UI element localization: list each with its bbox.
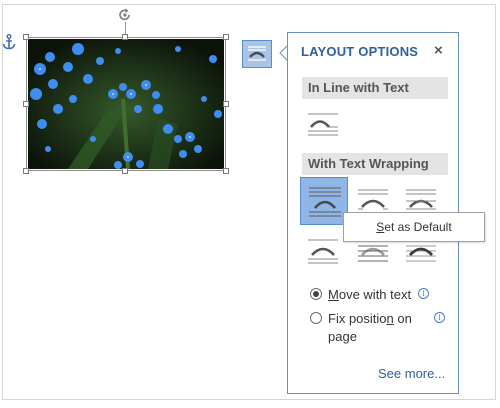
anchor-icon (2, 34, 16, 50)
tight-wrap-icon (358, 189, 388, 214)
rotate-handle-icon[interactable] (118, 8, 132, 22)
square-wrap-icon (309, 187, 341, 217)
set-as-default-tooltip[interactable]: Set as Default (343, 212, 485, 242)
panel-title: LAYOUT OPTIONS (301, 44, 419, 59)
flower-photo-icon (28, 39, 224, 169)
layout-options-button[interactable] (242, 40, 272, 68)
inline-picture[interactable] (28, 39, 224, 169)
top-bottom-wrap-icon (308, 239, 338, 264)
option-top-and-bottom[interactable] (304, 233, 342, 269)
info-icon[interactable]: i (418, 288, 429, 299)
info-icon[interactable]: i (434, 312, 445, 323)
resize-handle-left[interactable] (23, 101, 29, 107)
through-wrap-icon (406, 189, 436, 214)
resize-handle-top[interactable] (122, 34, 128, 40)
option-in-line-with-text[interactable] (304, 105, 342, 141)
resize-handle-top-left[interactable] (23, 34, 29, 40)
move-with-text-label: Move with text (328, 287, 412, 302)
resize-handle-right[interactable] (223, 101, 229, 107)
resize-handle-top-right[interactable] (223, 34, 229, 40)
fix-position-label: Fix position on (328, 311, 412, 326)
radio-button-unchecked[interactable] (310, 312, 322, 324)
close-button[interactable]: × (434, 42, 443, 59)
radio-button-checked[interactable] (310, 288, 322, 300)
resize-handle-bottom-right[interactable] (223, 168, 229, 174)
resize-handle-bottom-left[interactable] (23, 168, 29, 174)
section-header-inline: In Line with Text (302, 77, 448, 99)
see-more-link[interactable]: See more... (378, 366, 445, 381)
option-square[interactable] (300, 177, 348, 225)
layout-options-icon (248, 46, 266, 61)
resize-handle-bottom[interactable] (122, 168, 128, 174)
section-header-wrapping: With Text Wrapping (302, 153, 448, 175)
fix-position-label-line2: page (328, 329, 357, 344)
inline-wrap-icon (308, 113, 338, 136)
